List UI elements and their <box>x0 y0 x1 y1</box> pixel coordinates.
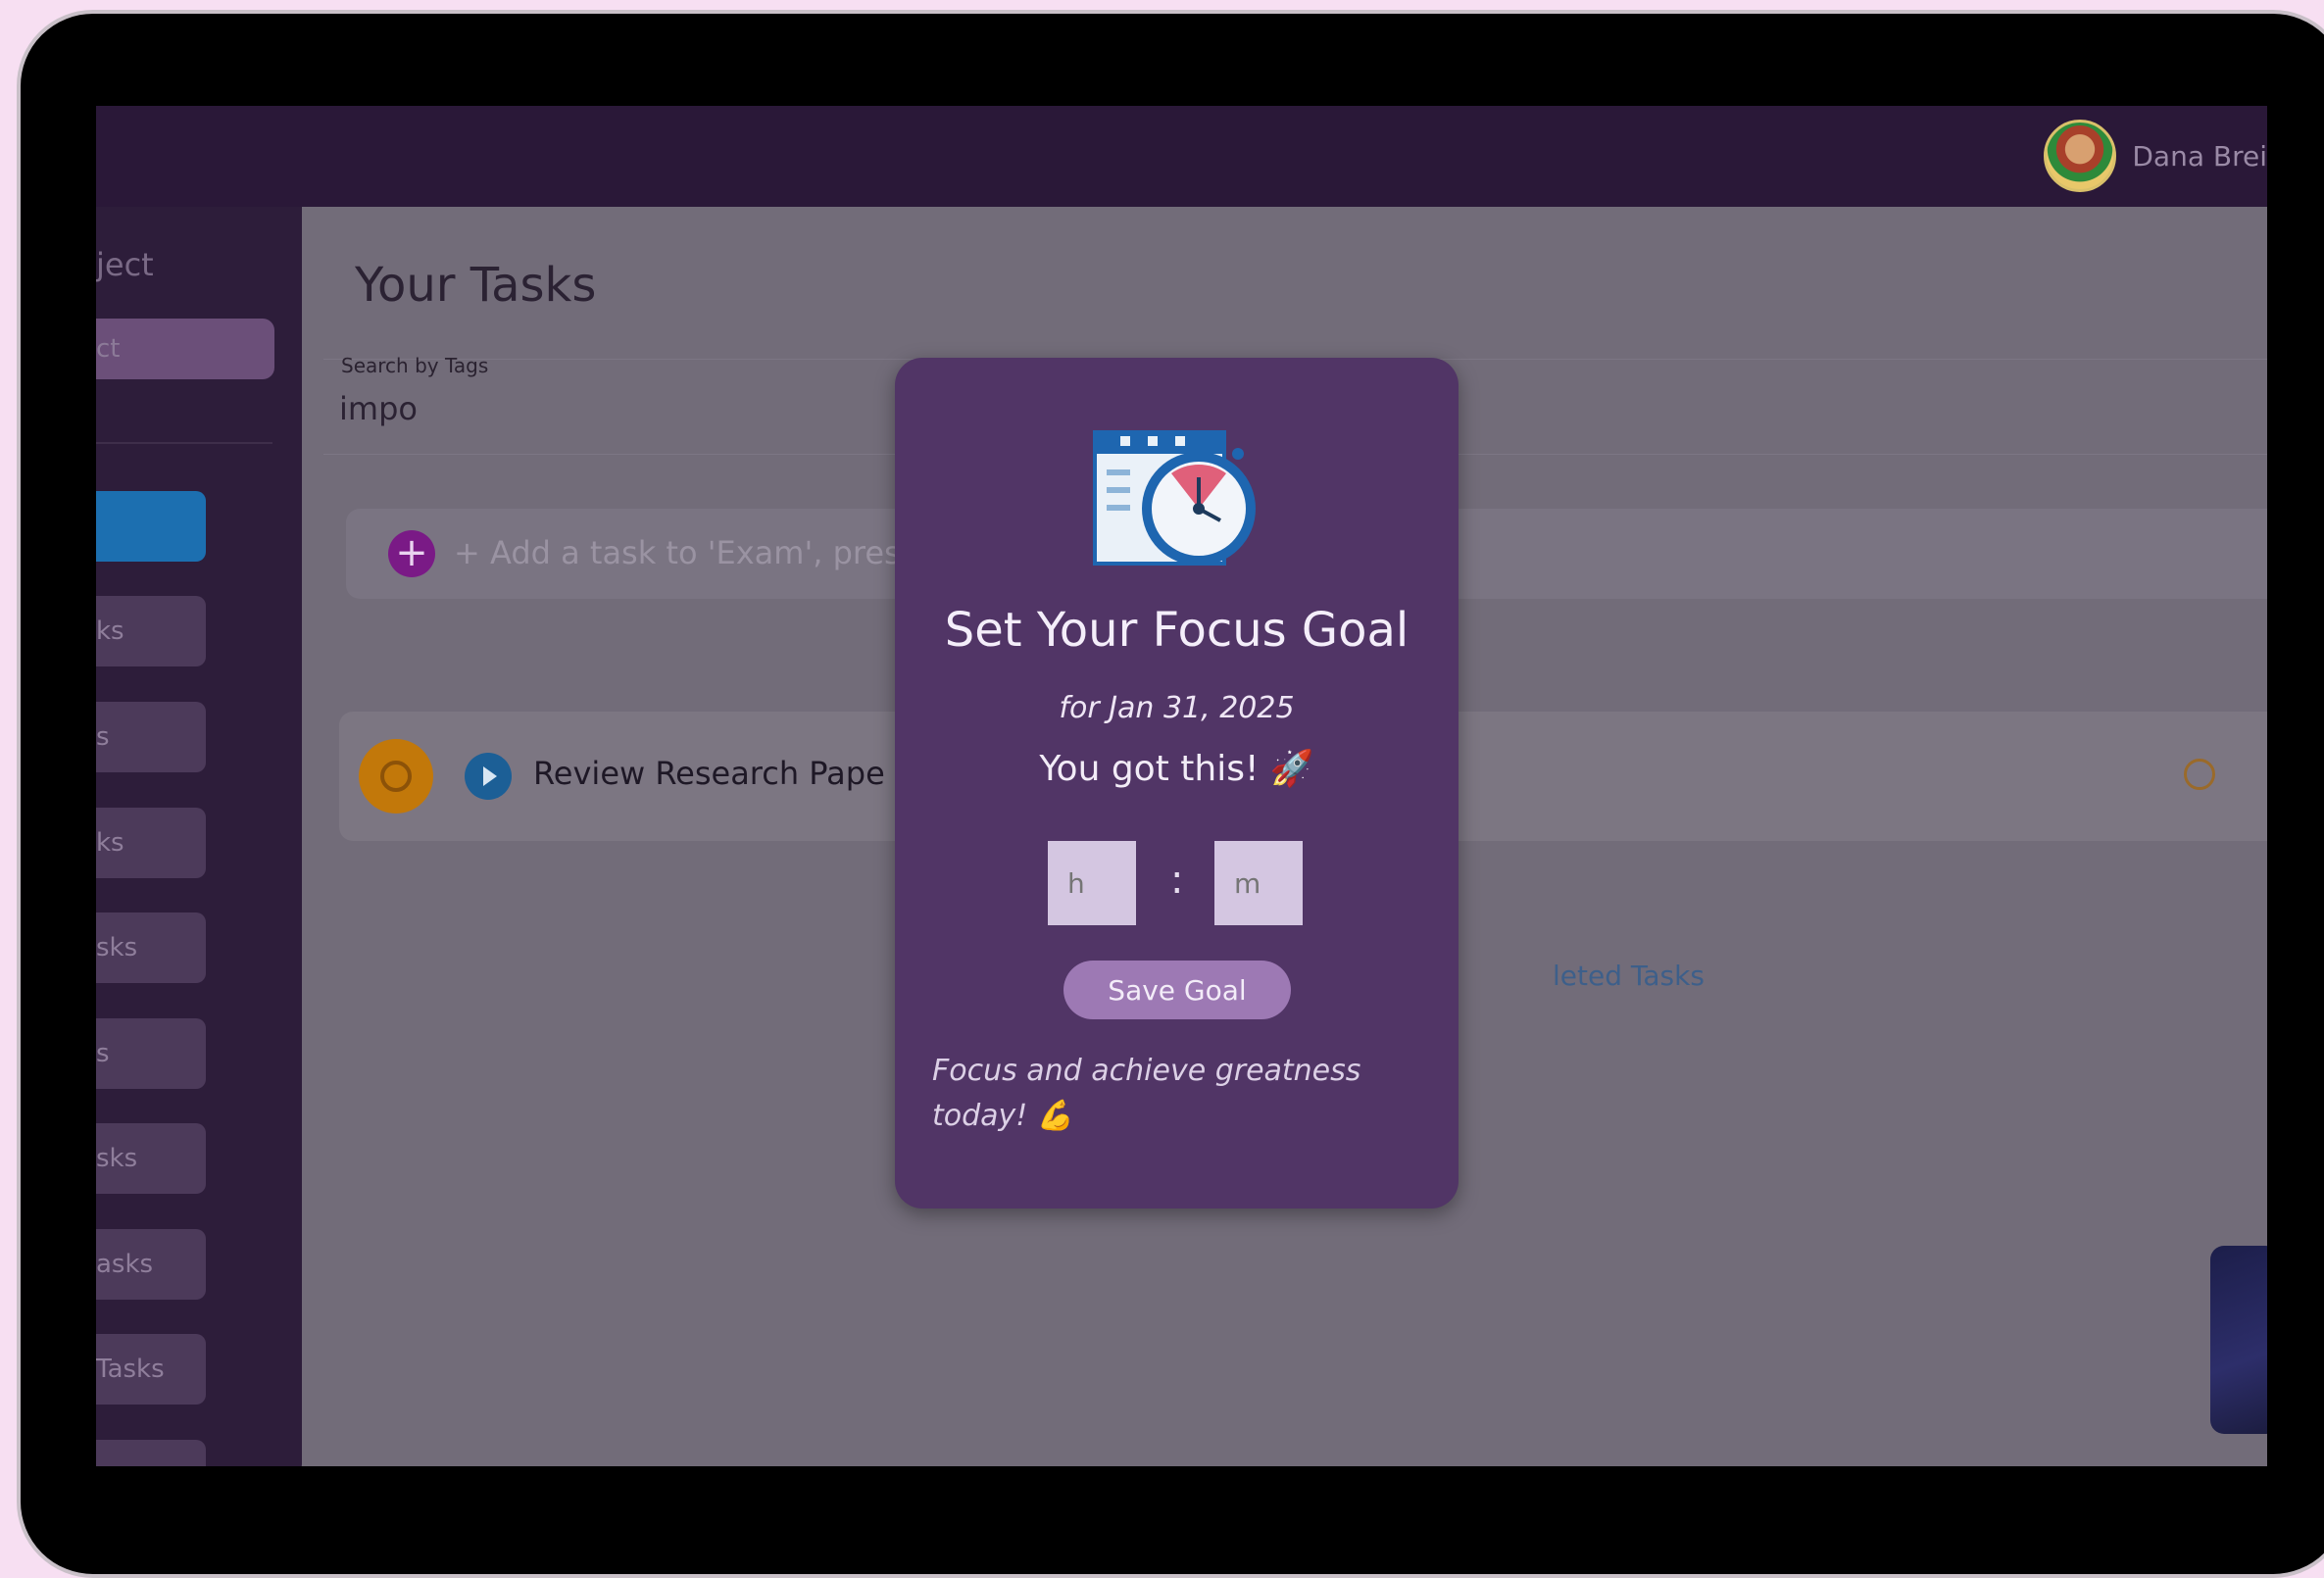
user-name: Dana Brei <box>2132 139 2267 173</box>
play-icon[interactable] <box>465 753 512 800</box>
hours-input[interactable] <box>1048 841 1136 925</box>
sidebar-item[interactable]: ks <box>96 808 206 878</box>
search-label: Search by Tags <box>341 354 489 377</box>
sidebar-item[interactable]: s <box>96 702 206 772</box>
sidebar-item[interactable]: ks <box>96 596 206 666</box>
app-screen: Dana Brei ject ct ks s ks sks s sks asks… <box>96 106 2267 1466</box>
sidebar-item[interactable]: s <box>96 1018 206 1089</box>
sidebar-item[interactable]: sks <box>96 1123 206 1194</box>
minutes-input[interactable] <box>1214 841 1303 925</box>
sidebar-item[interactable] <box>96 1440 206 1466</box>
motivation-message: Focus and achieve greatness today! 💪 <box>932 1054 1361 1133</box>
encouragement-text: You got this! 🚀 <box>1039 749 1314 789</box>
top-bar: Dana Brei <box>96 106 2267 207</box>
sidebar-title: ject <box>96 246 154 283</box>
task-title: Review Research Pape <box>533 755 885 792</box>
save-goal-button[interactable]: Save Goal <box>1063 961 1291 1019</box>
sidebar-item[interactable]: sks <box>96 912 206 983</box>
add-task-placeholder[interactable]: + Add a task to 'Exam', pres <box>454 534 901 571</box>
time-separator: : <box>1170 858 1184 903</box>
sidebar-divider <box>96 442 272 444</box>
user-menu[interactable]: Dana Brei <box>2044 112 2267 200</box>
clock-icon[interactable] <box>2184 759 2215 790</box>
page-title: Your Tasks <box>355 258 597 313</box>
add-circle-icon[interactable]: + <box>388 530 435 577</box>
new-project-button[interactable]: ct <box>96 319 274 379</box>
task-status-circle-icon[interactable] <box>359 739 433 814</box>
calendar-clock-icon <box>1093 430 1256 566</box>
sidebar-item[interactable]: Tasks <box>96 1334 206 1405</box>
sidebar-item[interactable]: asks <box>96 1229 206 1300</box>
sidebar-item-active[interactable] <box>96 491 206 562</box>
focus-goal-modal: Set Your Focus Goal for Jan 31, 2025 You… <box>895 358 1459 1208</box>
goal-date: for Jan 31, 2025 <box>1059 691 1295 725</box>
modal-title: Set Your Focus Goal <box>944 603 1409 658</box>
galaxy-widget[interactable] <box>2210 1246 2267 1434</box>
user-avatar[interactable] <box>2044 120 2117 192</box>
sidebar: ject ct ks s ks sks s sks asks Tasks <box>96 207 302 1466</box>
show-completed-tasks-link[interactable]: leted Tasks <box>1553 960 1705 992</box>
